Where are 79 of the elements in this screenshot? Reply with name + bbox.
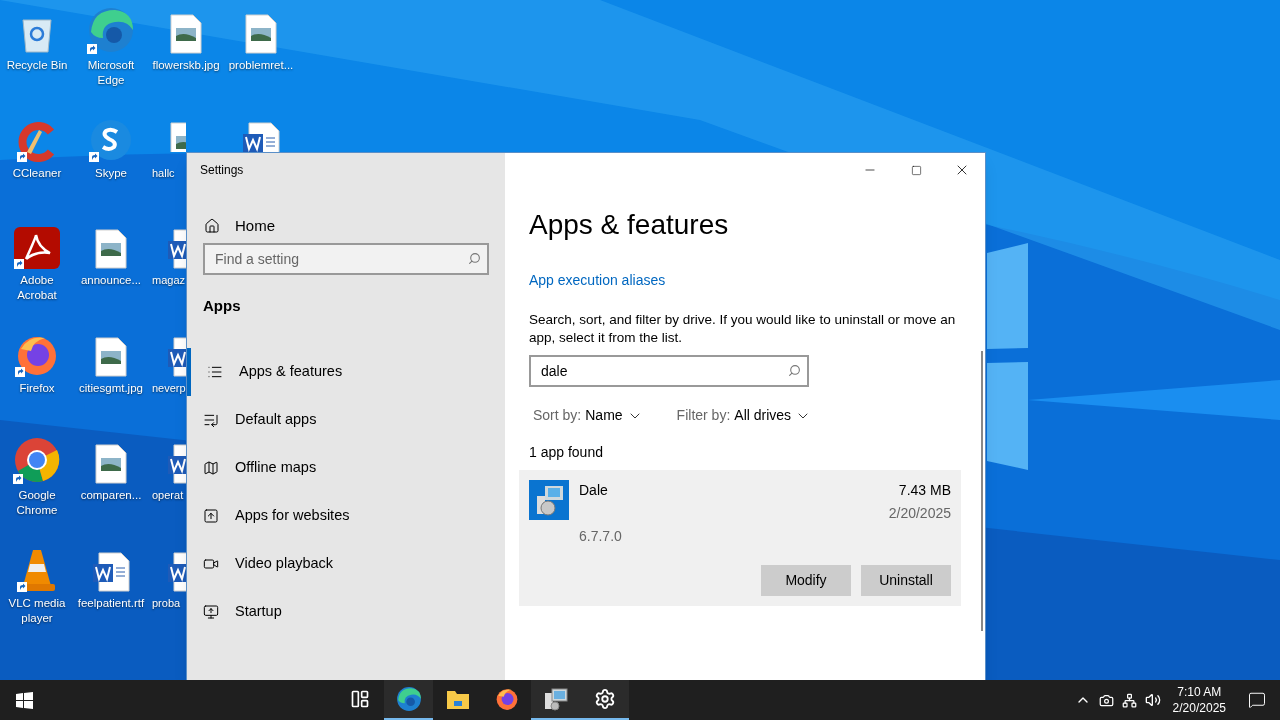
sort-dropdown[interactable]: Sort by: Name xyxy=(529,405,643,426)
desktop-icon-label: operat xyxy=(152,488,184,503)
clock[interactable]: 7:10 AM 2/20/2025 xyxy=(1164,684,1234,716)
desktop-icon-label: VLC media player xyxy=(7,596,67,626)
desktop-icon[interactable] xyxy=(95,337,127,377)
app-search-field[interactable]: dale xyxy=(529,355,809,387)
desktop-icon-label: Microsoft Edge xyxy=(86,58,136,88)
windows-logo-icon xyxy=(15,691,33,709)
app-version: 6.7.7.0 xyxy=(579,527,623,546)
desktop-icon[interactable] xyxy=(245,14,277,54)
desktop-icon-label: CCleaner xyxy=(11,166,63,181)
taskbar-button[interactable] xyxy=(384,680,433,720)
computer-icon[interactable] xyxy=(542,687,569,711)
desktop-icon-label: Adobe Acrobat xyxy=(16,273,58,303)
sidebar-item[interactable]: Offline maps xyxy=(187,443,505,492)
desktop-icon-label: announce... xyxy=(79,273,143,288)
app-name: Dale xyxy=(579,481,608,500)
desktop-icon-label: hallc xyxy=(152,166,175,181)
home-link[interactable]: Home xyxy=(187,211,505,241)
desktop-icon[interactable] xyxy=(87,6,135,54)
desktop-icon-label: proba xyxy=(152,596,181,611)
desktop-icon[interactable] xyxy=(95,229,127,269)
taskbar-button[interactable] xyxy=(580,680,629,720)
app-action-button[interactable]: Uninstall xyxy=(861,565,951,596)
desktop-icon-label: problemret... xyxy=(227,58,295,73)
desktop-icon[interactable] xyxy=(17,548,57,592)
description-text: Search, sort, and filter by drive. If you would like to uninstall or move an app, select it from the list. xyxy=(529,311,957,347)
search-icon xyxy=(468,252,481,265)
sidebar-item[interactable]: Apps for websites xyxy=(187,491,505,540)
desktop-icon[interactable] xyxy=(170,14,202,54)
folder-icon[interactable] xyxy=(445,688,470,710)
camera-icon[interactable] xyxy=(1098,692,1114,708)
sidebar-item[interactable]: Video playback xyxy=(187,539,505,588)
execution-aliases-link[interactable]: App execution aliases xyxy=(529,270,961,291)
firefox-icon[interactable] xyxy=(494,687,519,711)
result-count: 1 app found xyxy=(529,443,604,462)
edge-icon[interactable] xyxy=(395,686,422,712)
notifications-icon[interactable] xyxy=(1248,691,1266,709)
desktop-icon[interactable] xyxy=(89,118,133,162)
desktop-icon-label: magaz xyxy=(152,273,186,288)
search-icon xyxy=(788,364,801,377)
desktop-icon[interactable] xyxy=(13,436,61,484)
home-icon xyxy=(204,218,220,234)
section-heading: Apps xyxy=(203,296,242,316)
app-list-item[interactable]: Dale 7.43 MB 2/20/2025 6.7.7.0 Modify Uninstall xyxy=(519,470,961,606)
filter-dropdown[interactable]: Filter by: All drives xyxy=(676,405,812,426)
page-heading: Apps & features xyxy=(529,208,730,242)
desktop-icon[interactable] xyxy=(242,122,280,152)
desktop-icon-label: Google Chrome xyxy=(15,488,59,518)
window-title: Settings xyxy=(200,162,244,179)
task-view-icon[interactable] xyxy=(349,689,370,709)
map-icon xyxy=(203,459,219,476)
search-field[interactable]: Find a setting xyxy=(203,243,489,275)
install-date: 2/20/2025 xyxy=(888,504,951,523)
desktop-icon-label: neverp xyxy=(152,381,186,396)
installer-icon xyxy=(529,480,569,520)
volume-icon[interactable] xyxy=(1144,692,1161,708)
maximize-icon xyxy=(910,164,922,176)
network-icon[interactable] xyxy=(1121,692,1137,708)
desktop-icon[interactable] xyxy=(17,122,57,162)
desktop-icon-label: comparen... xyxy=(79,488,143,503)
app-size: 7.43 MB xyxy=(898,481,951,500)
desktop-icon-label: Firefox xyxy=(18,381,56,396)
app-action-button[interactable]: Modify xyxy=(761,565,851,596)
sidebar-item[interactable]: Startup xyxy=(187,587,505,636)
desktop-icon[interactable] xyxy=(14,227,60,269)
sidebar-item[interactable]: Default apps xyxy=(187,395,505,444)
desktop-icon[interactable] xyxy=(170,122,186,152)
scrollbar[interactable] xyxy=(981,351,983,631)
desktop-icon[interactable] xyxy=(95,444,127,484)
desktop-icon-label: feelpatient.rtf xyxy=(76,596,146,611)
desktop-icon-label: Recycle Bin xyxy=(5,58,69,73)
desktop-icon-label: citiesgmt.jpg xyxy=(78,381,144,396)
settings-icon[interactable] xyxy=(593,688,616,710)
desktop-icon-label: flowerskb.jpg xyxy=(151,58,221,73)
desktop-icon-label: Skype xyxy=(94,166,128,181)
monitor-arrow-icon xyxy=(203,603,219,620)
taskbar-button[interactable] xyxy=(531,680,580,720)
desktop-icon[interactable] xyxy=(92,552,130,592)
